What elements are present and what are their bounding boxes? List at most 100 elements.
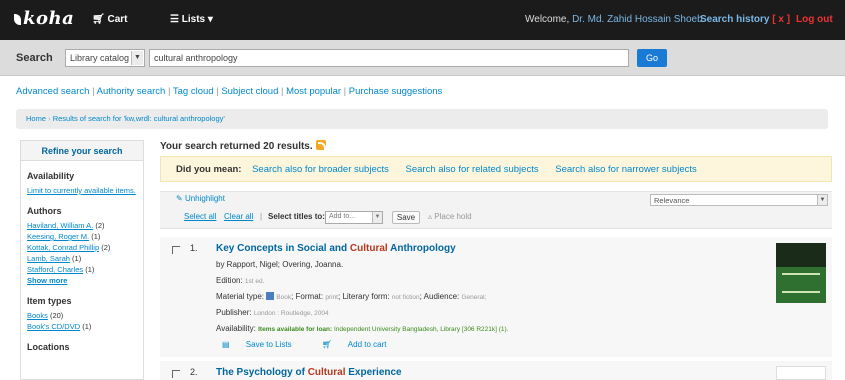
author-facet-count: (1) — [72, 254, 82, 263]
show-more-facet: Show more — [21, 275, 143, 286]
user-name-link[interactable]: Dr. Md. Zahid Hossain Shoeb — [572, 14, 703, 25]
search-history-label: Search history — [700, 14, 770, 25]
result-material: Material type: Book; Format: print; Lite… — [216, 292, 487, 301]
cart-label: Cart — [107, 14, 128, 25]
author-facet: Keesing, Roger M. (1) — [21, 231, 143, 242]
breadcrumb-home[interactable]: Home — [26, 114, 46, 123]
breadcrumb-current[interactable]: Results of search for 'kw,wrdl: cultural… — [53, 114, 225, 123]
related-subjects-link[interactable]: Search also for related subjects — [406, 164, 539, 175]
logo-text: koha — [23, 8, 75, 29]
book-cover-image[interactable] — [776, 366, 826, 380]
cart-icon: 🛒︎ — [321, 340, 332, 349]
title-highlight: Cultural — [349, 243, 388, 254]
item-type-facet-count: (1) — [82, 322, 92, 331]
title-part: Anthropology — [387, 243, 456, 254]
tag-cloud-link[interactable]: Tag cloud — [173, 86, 214, 97]
hold-icon: ▵ — [428, 212, 433, 221]
place-hold-button[interactable]: ▵ Place hold — [428, 212, 472, 221]
purchase-suggestions-link[interactable]: Purchase suggestions — [349, 86, 442, 97]
welcome-message: Welcome, Dr. Md. Zahid Hossain Shoeb — [525, 14, 703, 25]
item-type-facet-count: (20) — [49, 311, 64, 320]
logout-link[interactable]: Log out — [796, 14, 833, 25]
authority-search-link[interactable]: Authority search — [97, 86, 166, 97]
publisher-value: London : Routledge, 2004 — [253, 310, 329, 317]
locations-heading: Locations — [27, 342, 70, 352]
author-facet-link[interactable]: Keesing, Roger M. — [27, 232, 89, 241]
narrower-subjects-link[interactable]: Search also for narrower subjects — [555, 164, 697, 175]
search-history-link[interactable]: Search history [ x ] — [700, 14, 790, 25]
result-edition: Edition: 1st ed. — [216, 276, 264, 285]
chevron-down-icon: ▼ — [817, 195, 827, 205]
results-summary: Your search returned 20 results. — [160, 140, 326, 152]
lists-icon: ☰ — [170, 14, 179, 25]
caret-down-icon: ▾ — [207, 14, 213, 25]
result-title-link[interactable]: Key Concepts in Social and Cultural Anth… — [216, 243, 456, 254]
subject-cloud-link[interactable]: Subject cloud — [221, 86, 278, 97]
koha-leaf-icon — [14, 14, 21, 25]
literary-value: not fiction — [391, 294, 420, 301]
cart-icon: 🛒︎ — [92, 14, 105, 25]
add-to-cart-link[interactable]: 🛒︎ Add to cart — [322, 340, 401, 349]
add-to-select[interactable]: Add to... ▼ — [325, 211, 383, 224]
save-to-lists-label: Save to Lists — [245, 340, 292, 349]
author-facet: Stafford, Charles (1) — [21, 264, 143, 275]
limit-available-link[interactable]: Limit to currently available items. — [27, 186, 136, 195]
search-options-links: Advanced search | Authority search | Tag… — [16, 86, 443, 97]
title-highlight: Cultural — [307, 367, 346, 378]
book-cover-image[interactable] — [776, 243, 826, 303]
edition-value: 1st ed. — [244, 278, 265, 285]
rss-icon[interactable] — [315, 140, 326, 150]
go-button[interactable]: Go — [637, 49, 667, 67]
did-you-mean-label: Did you mean: — [176, 164, 242, 175]
koha-logo[interactable]: koha — [14, 8, 74, 29]
selection-toolbar: Select all Clear all | Select titles to:… — [160, 207, 832, 229]
top-navbar: koha 🛒︎ Cart ☰ Lists ▾ Welcome, Dr. Md. … — [0, 0, 845, 40]
item-type-facet-link[interactable]: Book's CD/DVD — [27, 322, 80, 331]
author-facet-link[interactable]: Kottak, Conrad Phillip — [27, 243, 99, 252]
show-more-link[interactable]: Show more — [27, 276, 67, 285]
item-type-facet: Books (20) — [21, 310, 143, 321]
edition-label: Edition: — [216, 276, 243, 285]
author-facet: Kottak, Conrad Phillip (2) — [21, 242, 143, 253]
search-label: Search — [16, 52, 53, 64]
author-facet-link[interactable]: Haviland, William A. — [27, 221, 93, 230]
unhighlight-label: Unhighlight — [184, 194, 225, 203]
result-title-link[interactable]: The Psychology of Cultural Experience — [216, 367, 402, 378]
sort-value: Relevance — [654, 196, 690, 205]
add-to-value: Add to... — [329, 213, 356, 220]
result-checkbox[interactable] — [172, 370, 180, 378]
select-all-link[interactable]: Select all — [184, 212, 216, 221]
select-titles-label: Select titles to: — [268, 212, 325, 221]
result-number: 2. — [190, 367, 198, 377]
add-to-cart-label: Add to cart — [347, 340, 387, 349]
cart-button[interactable]: 🛒︎ Cart — [92, 14, 128, 25]
search-scope-select[interactable]: Library catalog ▼ — [65, 49, 145, 67]
results-count-text: Your search returned 20 results. — [160, 141, 313, 152]
clear-all-link[interactable]: Clear all — [224, 212, 253, 221]
author-facet: Lamb, Sarah (1) — [21, 253, 143, 264]
save-to-lists-link[interactable]: ▤ Save to Lists — [222, 340, 306, 349]
author-facet-link[interactable]: Stafford, Charles — [27, 265, 83, 274]
result-checkbox[interactable] — [172, 246, 180, 254]
clear-history-link[interactable]: [ x ] — [772, 14, 790, 25]
unhighlight-link[interactable]: ✎ Unhighlight — [176, 194, 225, 203]
author-facet-count: (2) — [95, 221, 105, 230]
availability-heading: Availability — [27, 171, 75, 181]
format-label: Format: — [295, 292, 324, 301]
audience-value: General; — [461, 294, 487, 301]
item-type-facet-link[interactable]: Books — [27, 311, 48, 320]
result-publisher: Publisher: London : Routledge, 2004 — [216, 308, 329, 317]
search-input[interactable]: cultural anthropology — [149, 49, 629, 67]
result-actions: ▤ Save to Lists 🛒︎ Add to cart — [222, 340, 414, 349]
result-row: 1. Key Concepts in Social and Cultural A… — [160, 237, 832, 357]
save-button[interactable]: Save — [392, 211, 420, 224]
result-row: 2. The Psychology of Cultural Experience — [160, 361, 832, 380]
lists-menu-button[interactable]: ☰ Lists ▾ — [170, 14, 213, 25]
broader-subjects-link[interactable]: Search also for broader subjects — [252, 164, 389, 175]
most-popular-link[interactable]: Most popular — [286, 86, 341, 97]
advanced-search-link[interactable]: Advanced search — [16, 86, 89, 97]
sort-select[interactable]: Relevance ▼ — [650, 194, 828, 206]
highlight-bar: ✎ Unhighlight Relevance ▼ — [160, 191, 832, 207]
author-facet-link[interactable]: Lamb, Sarah — [27, 254, 70, 263]
chevron-down-icon: ▼ — [372, 212, 382, 223]
